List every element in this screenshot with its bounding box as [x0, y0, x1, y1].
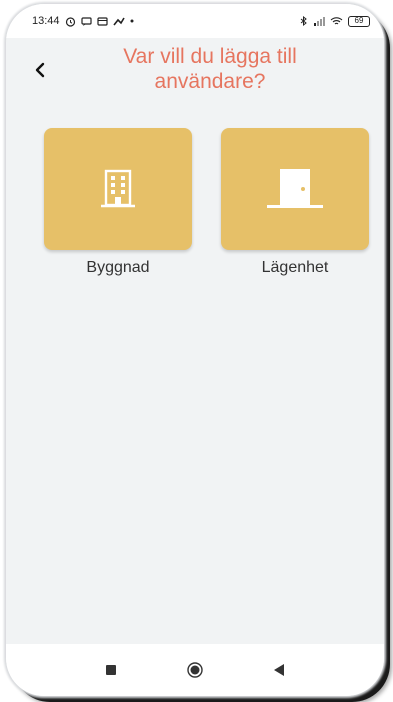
- status-left: 13:44: [32, 15, 134, 27]
- screen-icon: [96, 16, 108, 27]
- home-button[interactable]: [184, 659, 206, 681]
- option-lagenhet-tile[interactable]: [221, 128, 369, 250]
- back-button[interactable]: [28, 58, 52, 82]
- battery-icon: 69: [348, 15, 370, 27]
- alarm-icon: [65, 16, 76, 27]
- status-bar: 13:44 69: [6, 4, 384, 38]
- message-icon: [80, 16, 92, 27]
- square-recent-icon: [106, 665, 116, 675]
- building-icon: [101, 169, 135, 208]
- option-label-byggnad[interactable]: Byggnad: [44, 259, 192, 277]
- circle-home-icon: [187, 662, 203, 678]
- signal-icon: [313, 16, 325, 26]
- option-label-lagenhet[interactable]: Lägenhet: [221, 259, 369, 277]
- triangle-back-icon: [274, 664, 284, 676]
- back-nav-button[interactable]: [268, 659, 290, 681]
- app-notification-icon: [112, 16, 125, 27]
- phone-screen: 13:44 69 Var vill du lägga till användar…: [6, 4, 384, 696]
- chevron-left-icon: [35, 62, 45, 78]
- dot-icon: [130, 19, 134, 23]
- status-right: 69: [300, 15, 370, 27]
- recent-apps-button[interactable]: [100, 659, 122, 681]
- status-time: 13:44: [32, 15, 60, 27]
- wifi-icon: [330, 16, 343, 26]
- page-title: Var vill du lägga till användare?: [123, 45, 297, 93]
- android-navigation-bar: [6, 644, 384, 696]
- door-icon: [267, 169, 323, 208]
- bluetooth-icon: [300, 15, 308, 27]
- option-byggnad-tile[interactable]: [44, 128, 192, 250]
